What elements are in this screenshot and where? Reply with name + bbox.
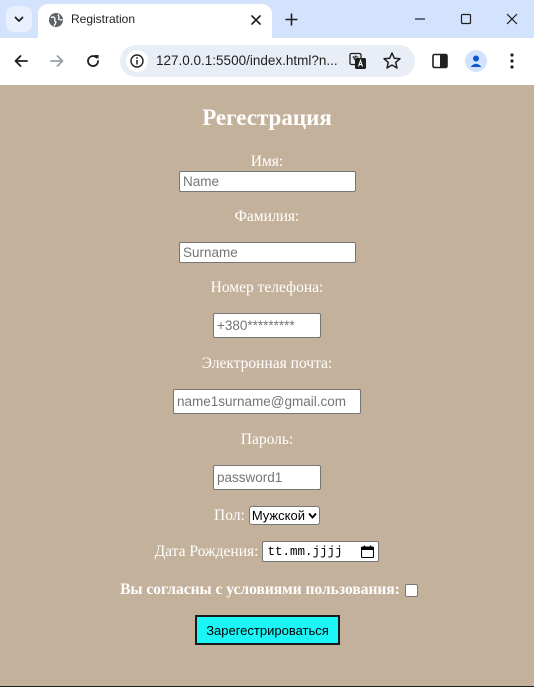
minimize-icon[interactable] [409,8,431,30]
browser-toolbar: 127.0.0.1:5500/index.html?n... [0,38,534,85]
name-input[interactable] [179,171,356,192]
close-tab-icon[interactable] [248,12,264,28]
kebab-menu-icon[interactable] [502,50,522,72]
gender-label: Пол: [214,506,245,524]
birthdate-value: tt.mm.jjjj [267,544,343,559]
page-title: Регестрация [202,105,332,130]
back-arrow-icon[interactable] [10,50,32,72]
close-window-icon[interactable] [501,8,523,30]
chevron-down-icon [14,16,24,22]
phone-input[interactable] [213,313,321,338]
browser-titlebar: Registration [0,0,534,38]
email-label: Электронная почта: [201,355,333,372]
tab-search-button[interactable] [6,6,32,32]
browser-tab[interactable]: Registration [38,4,272,38]
surname-input[interactable] [179,242,356,263]
translate-icon[interactable] [349,52,367,70]
birthdate-label: Дата Рождения: [154,542,259,560]
surname-label: Фамилия: [234,208,300,225]
terms-row: Вы согласны с условиями пользования: [0,581,534,599]
tab-title: Registration [71,12,136,26]
calendar-icon[interactable] [361,545,375,558]
address-bar[interactable]: 127.0.0.1:5500/index.html?n... [120,45,415,77]
chevron-down-icon [308,512,317,519]
password-input[interactable] [213,465,321,490]
email-input[interactable] [173,389,361,414]
new-tab-icon[interactable] [282,10,300,28]
side-panel-icon[interactable] [430,51,450,71]
profile-icon[interactable] [465,50,487,72]
forward-arrow-icon[interactable] [46,50,68,72]
register-button[interactable]: Зарегестрироваться [195,615,340,645]
gender-row: Пол: Мужской [0,506,534,525]
bookmark-star-icon[interactable] [382,51,402,71]
gender-selected-value: Мужской [251,508,305,523]
page-body: Регестрация Имя: Фамилия: Номер телефона… [0,85,534,686]
terms-checkbox[interactable] [404,583,418,597]
url-text: 127.0.0.1:5500/index.html?n... [156,53,338,68]
globe-icon [49,13,63,27]
birthdate-row: Дата Рождения: tt.mm.jjjj [0,541,534,562]
maximize-icon[interactable] [455,8,477,30]
password-label: Пароль: [240,431,294,448]
gender-select[interactable]: Мужской [248,506,320,525]
name-label: Имя: [250,153,284,170]
birthdate-input[interactable]: tt.mm.jjjj [262,541,380,562]
site-info-icon[interactable] [126,50,148,72]
terms-label: Вы согласны с условиями пользования: [120,581,400,598]
reload-icon[interactable] [82,50,104,72]
phone-label: Номер телефона: [210,279,324,296]
